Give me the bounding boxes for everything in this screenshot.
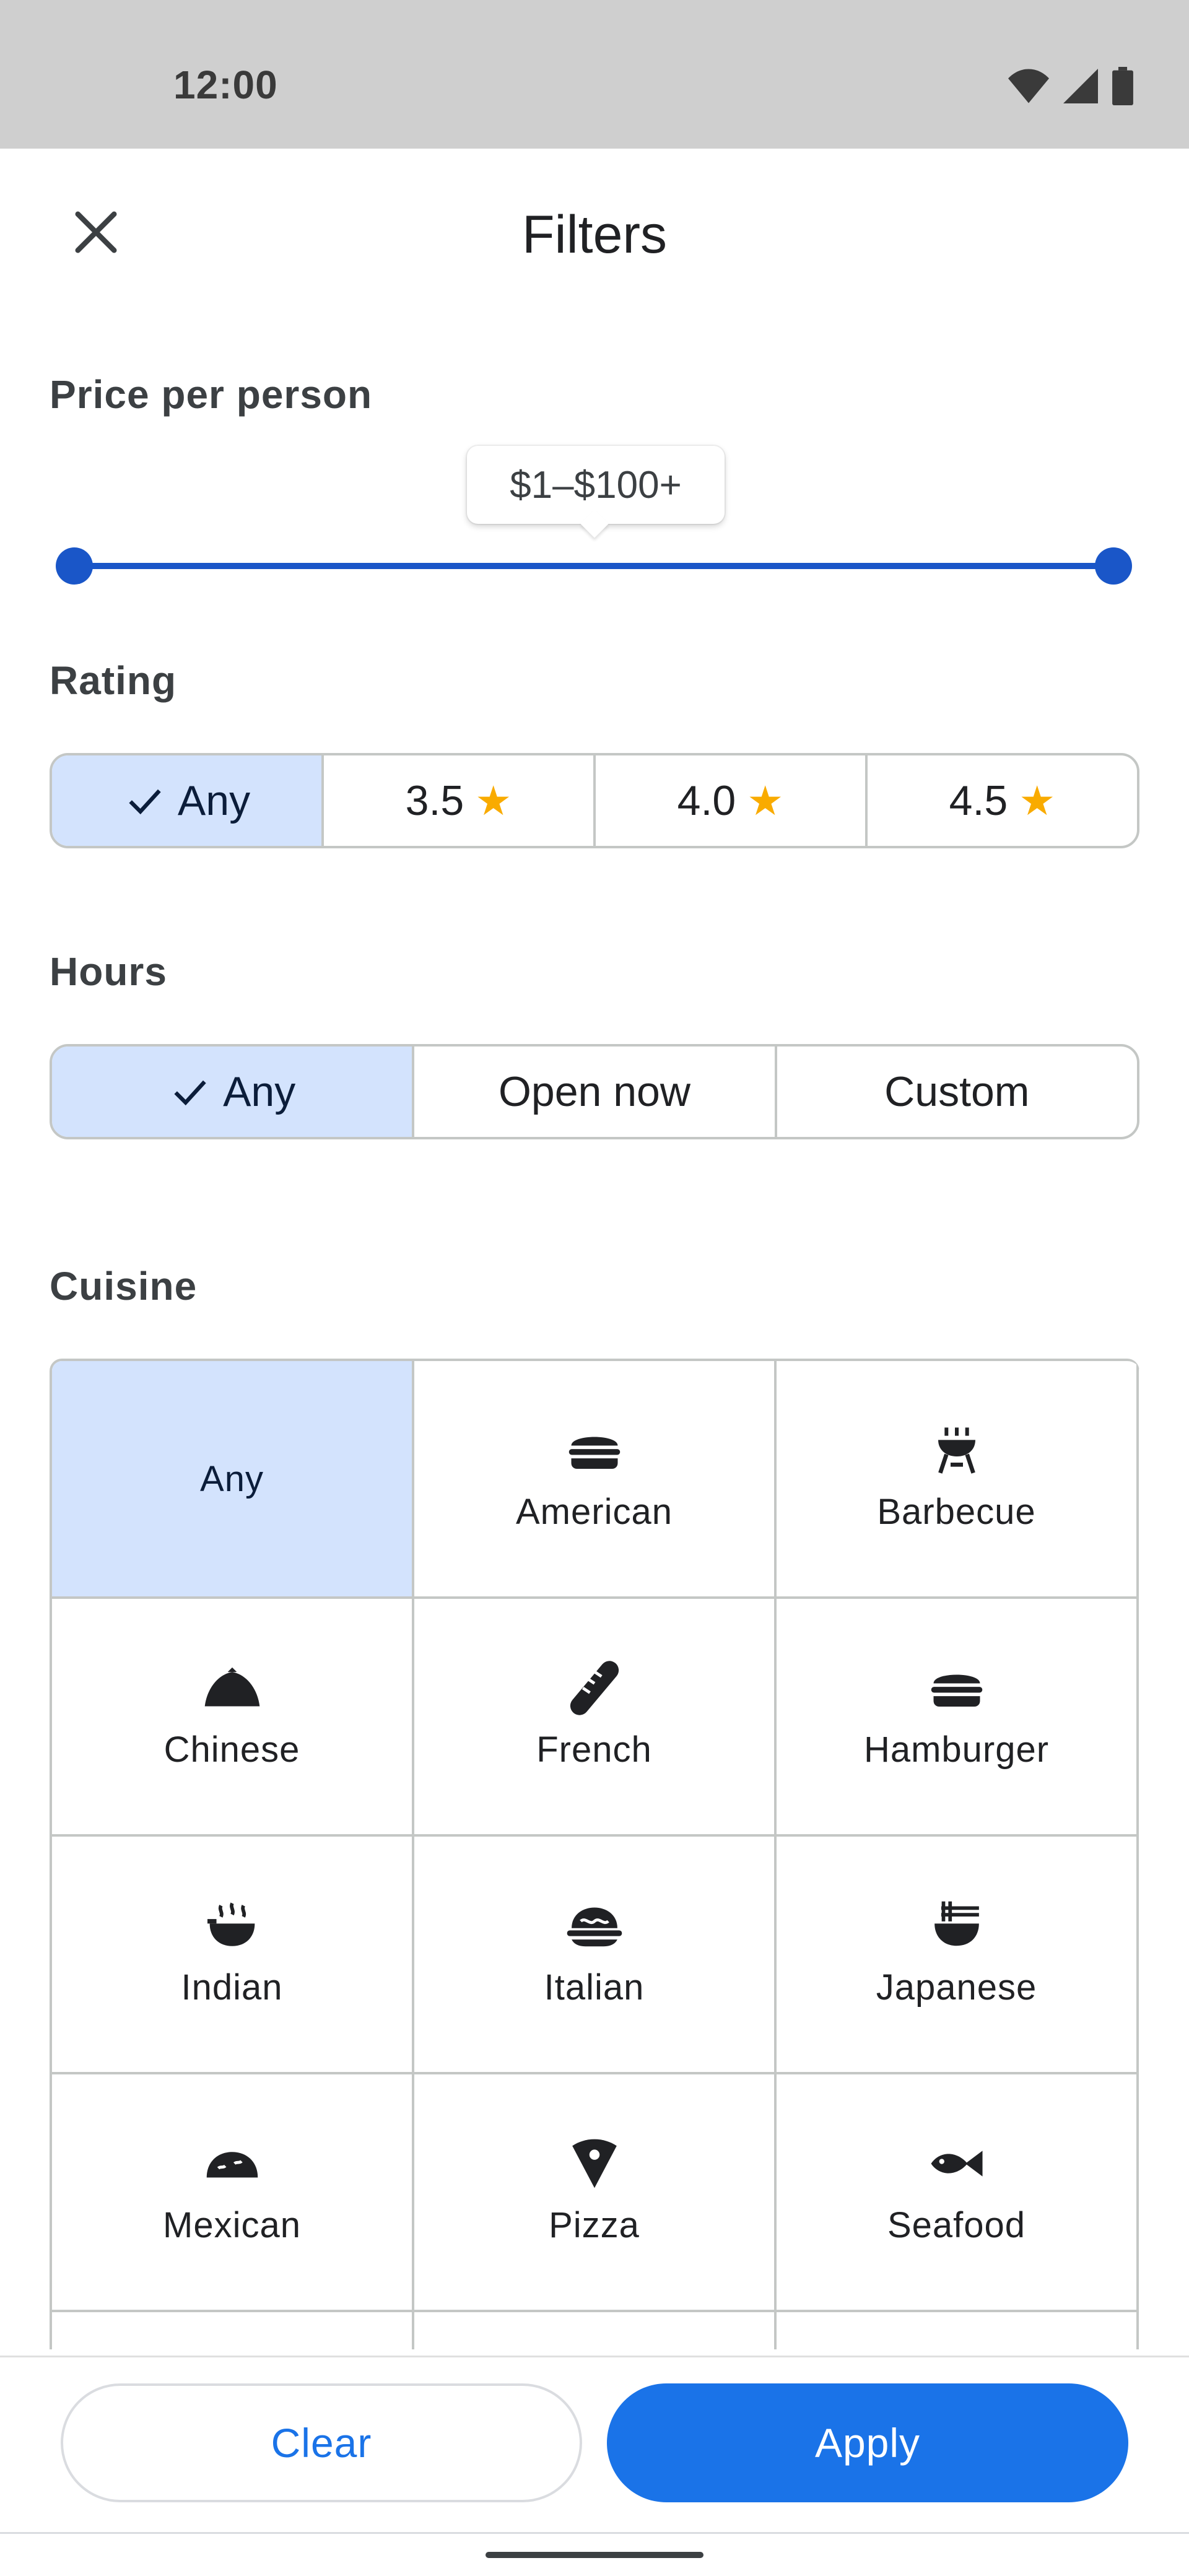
clear-button[interactable]: Clear (61, 2383, 582, 2502)
price-slider-min-thumb[interactable] (56, 547, 93, 585)
cuisine-label: American (516, 1491, 673, 1532)
rating-option-label: 4.0 (677, 777, 736, 824)
nav-divider (0, 2532, 1189, 2534)
hours-segmented-control: Any Open now Custom (50, 1044, 1139, 1139)
bottom-action-bar: Clear Apply (0, 2356, 1189, 2576)
check-icon (129, 789, 161, 815)
fish-icon (927, 2139, 986, 2188)
cuisine-option-any[interactable]: Any (52, 1361, 414, 1599)
cuisine-option-chinese[interactable]: Chinese (52, 1599, 414, 1837)
hours-option-any[interactable]: Any (52, 1046, 412, 1137)
cuisine-option-hamburger[interactable]: Hamburger (777, 1599, 1139, 1837)
cuisine-label: Pizza (549, 2204, 640, 2245)
cuisine-section-label: Cuisine (50, 1264, 198, 1308)
baguette-icon (565, 1660, 624, 1715)
rating-option-any[interactable]: Any (52, 755, 321, 846)
cuisine-label: French (536, 1729, 652, 1770)
pasta-icon (565, 1901, 624, 1951)
status-icons (1008, 67, 1133, 105)
cuisine-label: Mexican (163, 2204, 301, 2245)
dumpling-icon (203, 1663, 262, 1713)
star-icon: ★ (747, 777, 784, 824)
rating-segmented-control: Any 3.5 ★ 4.0 ★ 4.5 ★ (50, 753, 1139, 848)
cuisine-label: Japanese (876, 1967, 1037, 2008)
status-time: 12:00 (173, 63, 278, 107)
cuisine-option-barbecue[interactable]: Barbecue (777, 1361, 1139, 1599)
cuisine-label: Seafood (887, 2204, 1026, 2245)
hours-option-custom[interactable]: Custom (774, 1046, 1137, 1137)
rating-option-3-5[interactable]: 3.5 ★ (321, 755, 593, 846)
cuisine-option-pizza[interactable]: Pizza (414, 2074, 777, 2312)
apply-button[interactable]: Apply (607, 2383, 1128, 2502)
cuisine-label: Barbecue (877, 1491, 1036, 1532)
home-indicator[interactable] (486, 2552, 703, 2558)
rating-option-label: 4.5 (949, 777, 1008, 824)
status-bar: 12:00 (0, 0, 1189, 149)
cuisine-label: Chinese (163, 1729, 300, 1770)
burger-icon (927, 1663, 986, 1713)
rating-option-4-5[interactable]: 4.5 ★ (865, 755, 1137, 846)
battery-icon (1112, 67, 1133, 105)
burger-icon (565, 1425, 624, 1475)
cuisine-option-partial[interactable] (52, 2312, 414, 2349)
cell-signal-icon (1063, 69, 1098, 103)
curry-bowl-icon (203, 1901, 262, 1951)
ramen-icon (927, 1901, 986, 1951)
cuisine-label: Indian (181, 1967, 283, 2008)
rating-section-label: Rating (50, 658, 177, 703)
cuisine-option-japanese[interactable]: Japanese (777, 1837, 1139, 2074)
price-range-tooltip: $1–$100+ (467, 446, 725, 524)
rating-option-label: 3.5 (405, 777, 464, 824)
cuisine-label: Italian (544, 1967, 645, 2008)
cuisine-option-american[interactable]: American (414, 1361, 777, 1599)
cuisine-grid: Any American Barbecue Chinese French Ham… (50, 1359, 1139, 2349)
cuisine-label: Hamburger (863, 1729, 1050, 1770)
cuisine-label: Any (200, 1458, 264, 1499)
cuisine-option-italian[interactable]: Italian (414, 1837, 777, 2074)
hours-section-label: Hours (50, 949, 167, 994)
cuisine-option-mexican[interactable]: Mexican (52, 2074, 414, 2312)
pizza-icon (565, 2139, 624, 2188)
cuisine-option-seafood[interactable]: Seafood (777, 2074, 1139, 2312)
grill-icon (927, 1425, 986, 1475)
cuisine-option-partial[interactable] (414, 2312, 777, 2349)
wifi-icon (1008, 69, 1049, 103)
price-slider-max-thumb[interactable] (1095, 547, 1132, 585)
cuisine-option-partial[interactable] (777, 2312, 1139, 2349)
hours-option-label: Open now (499, 1068, 690, 1115)
page-title: Filters (521, 205, 668, 264)
cuisine-option-french[interactable]: French (414, 1599, 777, 1837)
rating-option-4-0[interactable]: 4.0 ★ (593, 755, 865, 846)
hours-option-label: Custom (884, 1068, 1030, 1115)
taco-icon (203, 2139, 262, 2188)
check-icon (174, 1080, 206, 1106)
hours-option-label: Any (223, 1068, 296, 1115)
hours-option-open-now[interactable]: Open now (412, 1046, 774, 1137)
price-slider-track[interactable] (74, 563, 1115, 569)
price-section-label: Price per person (50, 372, 373, 417)
star-icon: ★ (1019, 777, 1056, 824)
cuisine-option-indian[interactable]: Indian (52, 1837, 414, 2074)
rating-option-label: Any (177, 777, 251, 824)
star-icon: ★ (475, 777, 512, 824)
